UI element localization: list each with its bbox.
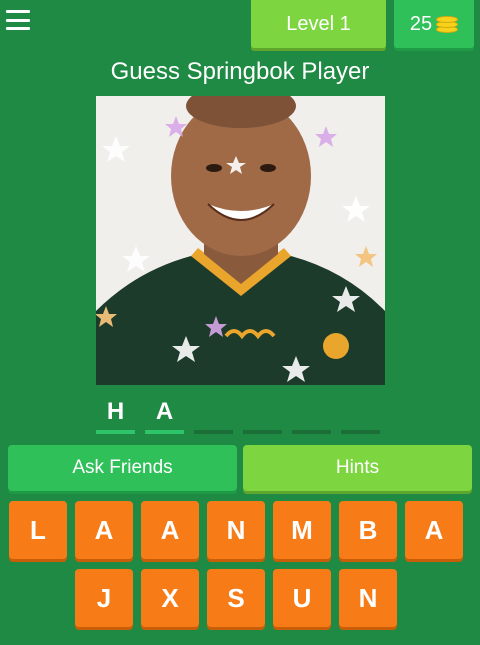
- letter-key[interactable]: S: [207, 569, 265, 627]
- level-label: Level 1: [286, 12, 351, 35]
- letter-key[interactable]: N: [339, 569, 397, 627]
- menu-icon[interactable]: [6, 10, 30, 30]
- letter-key[interactable]: J: [75, 569, 133, 627]
- keyboard-row: J X S U N: [9, 569, 463, 627]
- letter-key[interactable]: A: [141, 501, 199, 559]
- hints-label: Hints: [335, 457, 380, 478]
- coin-stack-icon: [436, 15, 459, 33]
- letter-key[interactable]: L: [9, 501, 67, 559]
- letter-key[interactable]: X: [141, 569, 199, 627]
- coins-button[interactable]: 25: [394, 0, 474, 48]
- answer-slot[interactable]: [341, 398, 380, 434]
- answer-slot[interactable]: [194, 398, 233, 434]
- player-photo: [96, 96, 385, 385]
- keyboard-row: L A A N M B A: [9, 501, 463, 559]
- answer-slot[interactable]: [292, 398, 331, 434]
- answer-slot[interactable]: A: [145, 398, 184, 434]
- ask-friends-label: Ask Friends: [72, 457, 173, 478]
- letter-key[interactable]: N: [207, 501, 265, 559]
- letter-key[interactable]: B: [339, 501, 397, 559]
- letter-key[interactable]: U: [273, 569, 331, 627]
- page-title: Guess Springbok Player: [110, 58, 370, 85]
- ask-friends-button[interactable]: Ask Friends: [8, 445, 237, 491]
- answer-slots: H A: [96, 398, 380, 434]
- answer-slot[interactable]: [243, 398, 282, 434]
- letter-key[interactable]: A: [75, 501, 133, 559]
- coin-count: 25: [409, 12, 433, 35]
- letter-key[interactable]: M: [273, 501, 331, 559]
- hints-button[interactable]: Hints: [243, 445, 472, 491]
- answer-slot[interactable]: H: [96, 398, 135, 434]
- letter-key[interactable]: A: [405, 501, 463, 559]
- level-button[interactable]: Level 1: [251, 0, 386, 48]
- letter-keyboard: L A A N M B A J X S U N: [9, 501, 463, 637]
